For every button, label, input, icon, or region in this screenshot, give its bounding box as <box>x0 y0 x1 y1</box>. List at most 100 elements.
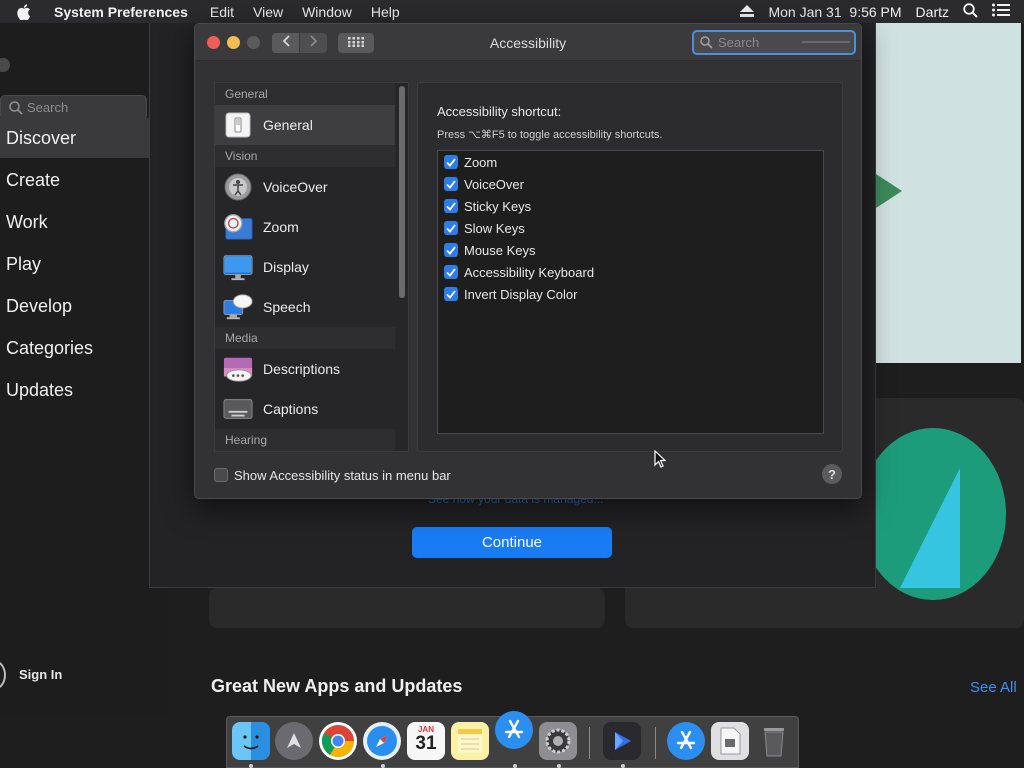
list-scrollbar-thumb[interactable] <box>399 86 405 298</box>
sidebar-item-work[interactable]: Work <box>0 202 149 242</box>
continue-button[interactable]: Continue <box>412 527 612 558</box>
help-button[interactable]: ? <box>822 464 842 484</box>
edit-menu[interactable]: Edit <box>210 4 234 20</box>
list-item-label: Zoom <box>263 219 299 235</box>
checkbox-checked[interactable] <box>444 265 458 279</box>
shortcut-option-zoom[interactable]: Zoom <box>444 152 497 172</box>
geometry-app-artwork <box>860 428 1006 600</box>
app-store-icon[interactable] <box>495 711 533 749</box>
list-item-voiceover[interactable]: VoiceOver <box>215 167 395 207</box>
app-store-sidebar: Search Discover Create Work Play Develop… <box>0 23 168 715</box>
accessibility-category-list[interactable]: General General Vision VoiceOver Zoom Di… <box>214 82 409 452</box>
search-placeholder: Search <box>27 100 69 115</box>
option-label: Invert Display Color <box>464 286 578 302</box>
document-stack-icon[interactable] <box>711 722 749 760</box>
window-control-dot <box>0 58 10 72</box>
calendar-icon[interactable]: JAN 31 <box>407 722 445 760</box>
show-status-in-menu-bar-option[interactable]: Show Accessibility status in menu bar <box>214 466 451 484</box>
app-store-folder-icon[interactable] <box>667 722 705 760</box>
checkbox-checked[interactable] <box>444 155 458 169</box>
menu-bar: System Preferences Edit View Window Help… <box>0 0 1024 23</box>
sidebar-item-updates[interactable]: Updates <box>0 370 149 410</box>
hero-arrow-shape <box>876 174 902 208</box>
sidebar-item-develop[interactable]: Develop <box>0 286 149 326</box>
shortcut-option-slow-keys[interactable]: Slow Keys <box>444 218 525 238</box>
sidebar-item-discover[interactable]: Discover <box>0 118 149 158</box>
running-indicator <box>381 764 385 768</box>
see-all-link[interactable]: See All <box>970 679 1017 696</box>
shortcut-option-voiceover[interactable]: VoiceOver <box>444 174 524 194</box>
sidebar-item-create[interactable]: Create <box>0 160 149 200</box>
help-menu[interactable]: Help <box>371 4 400 20</box>
running-indicator <box>249 764 253 768</box>
general-settings-pane: Accessibility shortcut: Press ⌥⌘F5 to to… <box>417 82 843 452</box>
list-item-label: Speech <box>263 299 311 315</box>
search-text-cursor <box>802 41 850 43</box>
list-item-label: Descriptions <box>263 361 341 377</box>
window-menu[interactable]: Window <box>302 4 352 20</box>
view-menu[interactable]: View <box>253 4 283 20</box>
sidebar-item-play[interactable]: Play <box>0 244 149 284</box>
group-header-general: General <box>215 83 395 105</box>
app-store-search-input[interactable]: Search <box>0 95 147 120</box>
shortcut-option-mouse-keys[interactable]: Mouse Keys <box>444 240 536 260</box>
section-title: Great New Apps and Updates <box>211 676 463 696</box>
trash-icon[interactable] <box>755 722 793 760</box>
list-item-label: General <box>263 117 313 133</box>
checkbox-checked[interactable] <box>444 287 458 301</box>
shortcut-option-sticky-keys[interactable]: Sticky Keys <box>444 196 531 216</box>
checkbox-checked[interactable] <box>444 243 458 257</box>
finder-icon[interactable] <box>232 722 270 760</box>
running-indicator <box>513 764 517 768</box>
menubar-user[interactable]: Dartz <box>916 4 949 20</box>
system-preferences-icon[interactable] <box>539 722 577 760</box>
shortcut-option-accessibility-keyboard[interactable]: Accessibility Keyboard <box>444 262 594 282</box>
checkbox-unchecked[interactable] <box>214 468 228 482</box>
sign-in-button[interactable]: Sign In <box>19 667 62 682</box>
safari-icon[interactable] <box>363 722 401 760</box>
accessibility-shortcut-heading: Accessibility shortcut: <box>437 104 562 119</box>
chrome-icon[interactable] <box>319 722 357 760</box>
app-name-menu[interactable]: System Preferences <box>54 4 188 20</box>
list-item-label: Captions <box>263 401 319 417</box>
dock-separator <box>589 727 590 759</box>
mouse-pointer-icon <box>654 449 667 473</box>
list-item-captions[interactable]: Captions <box>215 389 395 429</box>
menubar-clock[interactable]: Mon Jan 31 9:56 PM <box>768 4 901 20</box>
speech-bubble-icon <box>223 292 253 322</box>
group-header-hearing: Hearing <box>215 429 395 451</box>
option-label: Mouse Keys <box>464 242 536 258</box>
option-label: Sticky Keys <box>464 198 532 214</box>
running-indicator <box>557 764 561 768</box>
checkbox-checked[interactable] <box>444 199 458 213</box>
checkbox-checked[interactable] <box>444 177 458 191</box>
preferences-search-input[interactable]: Search <box>692 30 856 55</box>
accessibility-preferences-window: Accessibility Search General General Vis… <box>194 23 862 499</box>
featured-card-left[interactable] <box>209 588 605 628</box>
list-item-descriptions[interactable]: Descriptions <box>215 349 395 389</box>
list-item-general[interactable]: General <box>215 105 395 145</box>
list-item-display[interactable]: Display <box>215 247 395 287</box>
list-item-zoom[interactable]: Zoom <box>215 207 395 247</box>
list-item-speech[interactable]: Speech <box>215 287 395 327</box>
group-header-media: Media <box>215 327 395 349</box>
shortcut-option-invert-display-color[interactable]: Invert Display Color <box>444 284 577 304</box>
search-icon <box>700 36 713 52</box>
descriptions-icon <box>223 354 253 384</box>
sidebar-item-categories[interactable]: Categories <box>0 328 149 368</box>
notes-icon[interactable] <box>451 722 489 760</box>
video-player-icon[interactable] <box>603 722 641 760</box>
apple-menu-icon[interactable] <box>17 3 41 20</box>
voiceover-icon <box>223 172 253 202</box>
general-switch-icon <box>223 110 253 140</box>
spotlight-search-icon[interactable] <box>963 2 978 21</box>
captions-icon <box>223 394 253 424</box>
list-scrollbar[interactable] <box>396 83 408 451</box>
launchpad-icon[interactable] <box>275 722 313 760</box>
running-indicator <box>621 764 625 768</box>
notification-center-icon[interactable] <box>992 3 1010 20</box>
eject-icon[interactable] <box>740 4 755 20</box>
checkbox-checked[interactable] <box>444 221 458 235</box>
group-header-vision: Vision <box>215 145 395 167</box>
option-label: Slow Keys <box>464 220 525 236</box>
